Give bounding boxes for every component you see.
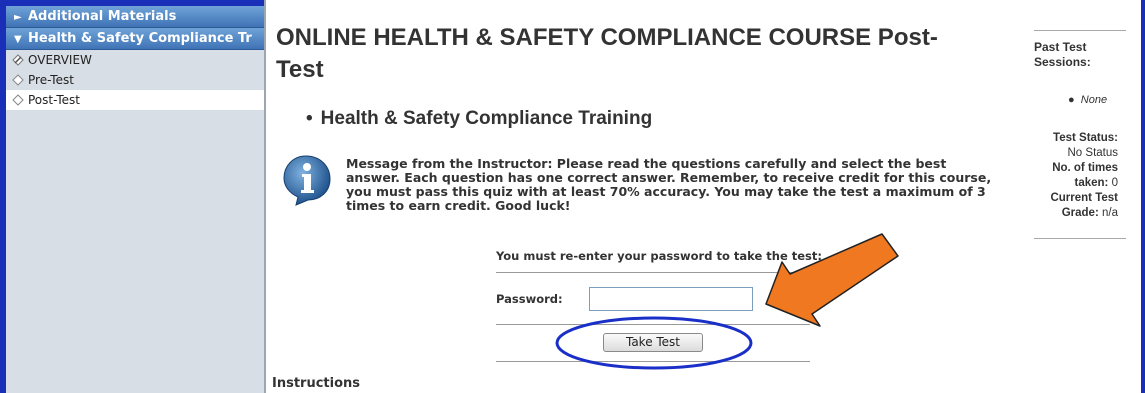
annotation-overlay [555, 233, 899, 370]
annotation-arrow-icon [765, 233, 899, 327]
highlight-ellipse [555, 316, 753, 370]
